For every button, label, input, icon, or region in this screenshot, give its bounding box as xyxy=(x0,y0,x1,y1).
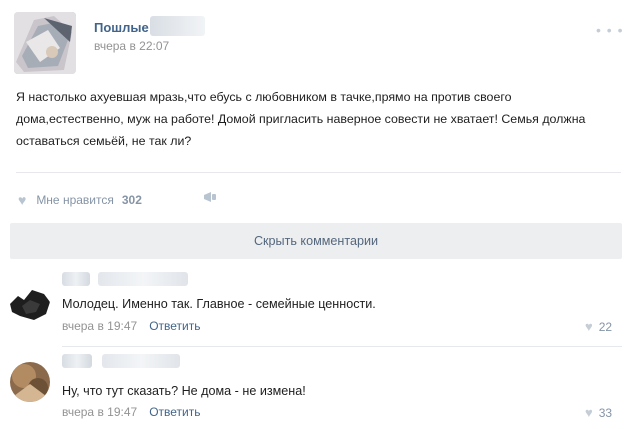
group-avatar[interactable] xyxy=(14,12,76,74)
censored-name-blur xyxy=(102,354,180,368)
megaphone-icon xyxy=(204,192,216,202)
group-name-link[interactable]: Пошлые xyxy=(94,20,149,35)
like-count: 302 xyxy=(121,193,142,207)
avatar-image xyxy=(10,284,50,324)
comment-like-button[interactable]: ♥ 22 xyxy=(585,319,612,334)
censored-name-blur xyxy=(62,272,90,286)
avatar-image xyxy=(10,362,50,402)
comment-timestamp[interactable]: вчера в 19:47 xyxy=(62,319,137,333)
like-label: Мне нравится xyxy=(36,193,114,207)
post-timestamp[interactable]: вчера в 22:07 xyxy=(94,39,169,53)
divider xyxy=(16,172,621,173)
post-card: Пошлые вчера в 22:07 • • • Я настолько а… xyxy=(0,0,640,429)
comment-timestamp[interactable]: вчера в 19:47 xyxy=(62,405,137,419)
censored-name-blur xyxy=(150,16,205,36)
comment-meta: вчера в 19:47 Ответить xyxy=(62,319,200,333)
hide-comments-button[interactable]: Скрыть комментарии xyxy=(10,223,622,259)
comment-meta: вчера в 19:47 Ответить xyxy=(62,405,200,419)
heart-icon: ♥ xyxy=(585,405,593,420)
like-button[interactable]: ♥ Мне нравится 302 xyxy=(18,190,142,210)
post-text: Я настолько ахуевшая мразь,что ебусь с л… xyxy=(16,90,586,148)
heart-icon: ♥ xyxy=(585,319,593,334)
comment-like-count: 22 xyxy=(598,319,613,334)
comment-text: Молодец. Именно так. Главное - семейные … xyxy=(62,297,376,311)
more-horizontal-icon[interactable]: • • • xyxy=(596,22,623,38)
commenter-avatar[interactable] xyxy=(10,284,50,324)
reply-button[interactable]: Ответить xyxy=(149,319,200,333)
comment-like-count: 33 xyxy=(598,405,613,420)
divider xyxy=(62,346,622,347)
commenter-avatar[interactable] xyxy=(10,362,50,402)
share-icon[interactable] xyxy=(202,190,218,207)
heart-icon: ♥ xyxy=(18,192,27,208)
comment-text: Ну, что тут сказать? Не дома - не измена… xyxy=(62,384,306,398)
censored-name-blur xyxy=(98,272,188,286)
comment-like-button[interactable]: ♥ 33 xyxy=(585,405,612,420)
group-avatar-image xyxy=(14,12,76,74)
reply-button[interactable]: Ответить xyxy=(149,405,200,419)
censored-name-blur xyxy=(62,354,92,368)
